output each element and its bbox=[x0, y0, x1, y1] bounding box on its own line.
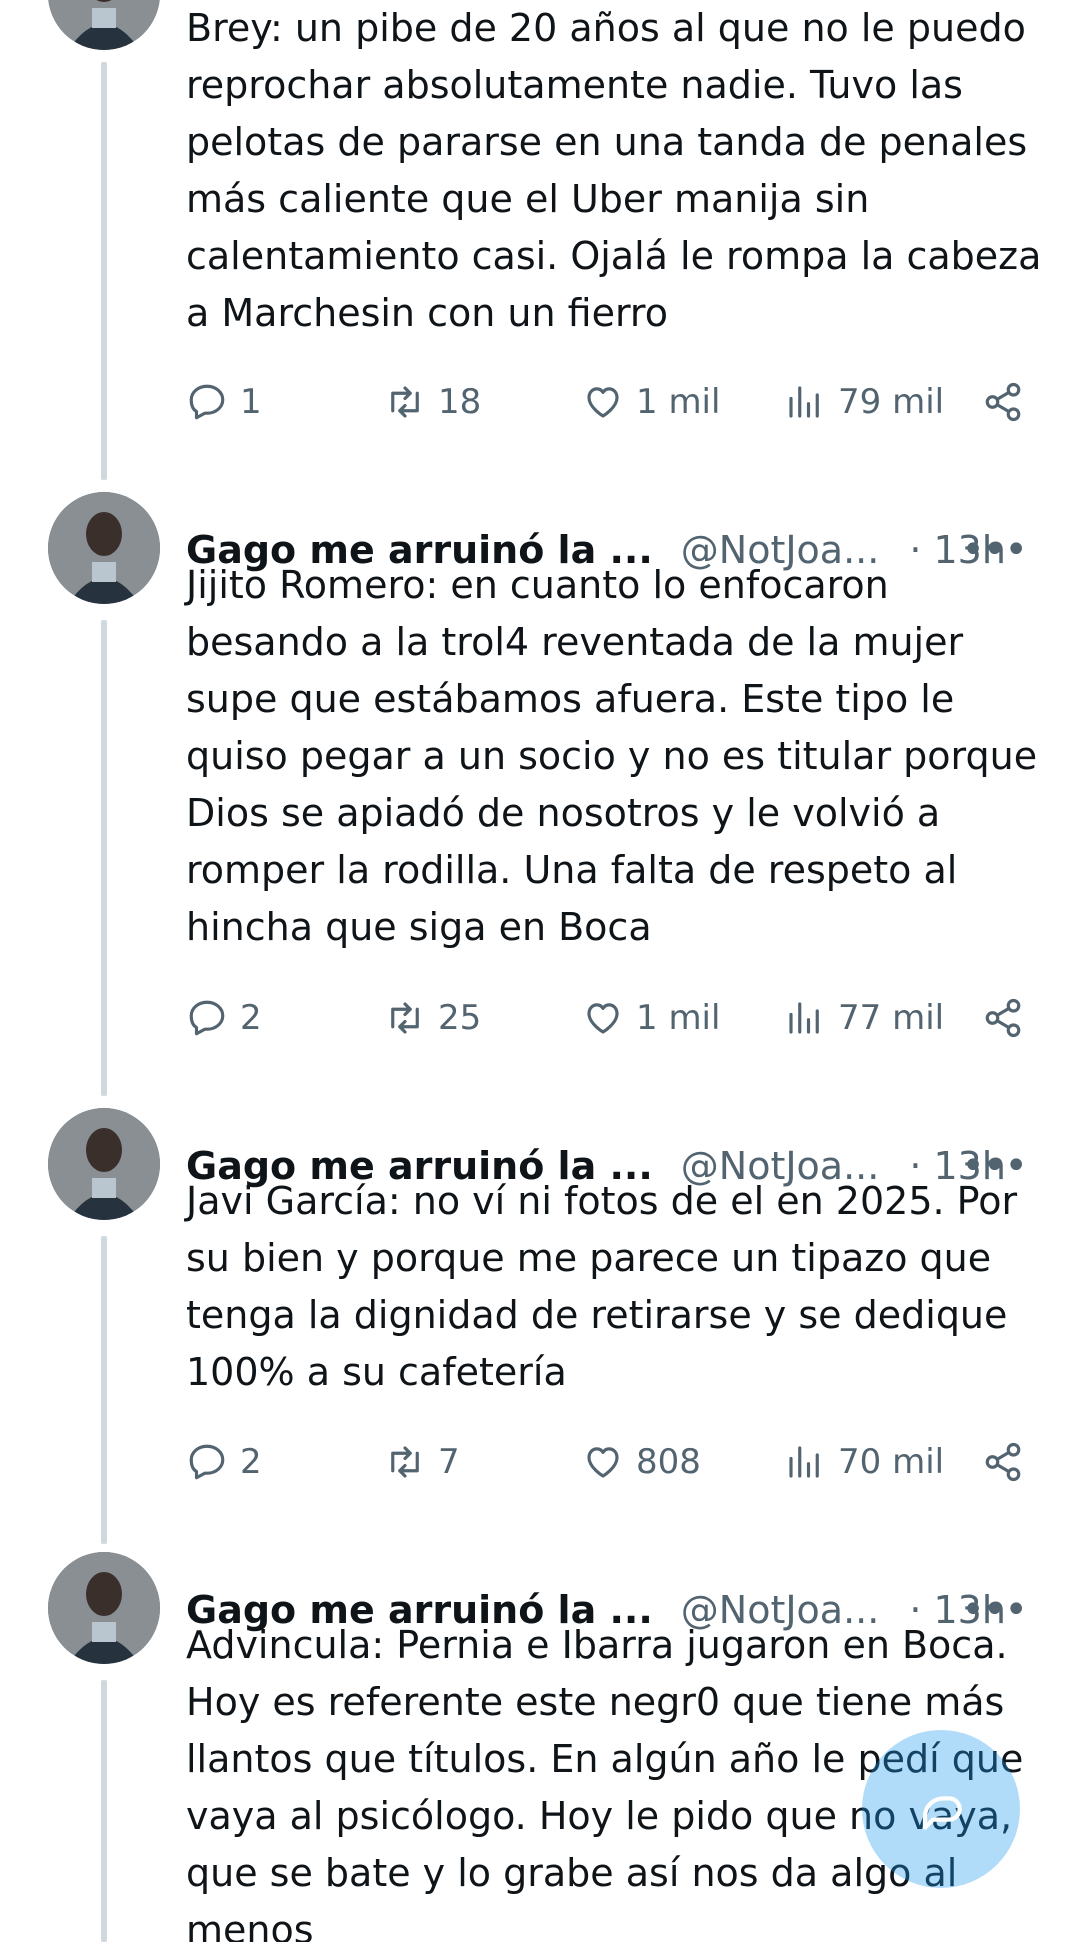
avatar[interactable] bbox=[48, 492, 160, 604]
like-button[interactable]: 1 mil bbox=[582, 372, 720, 432]
tweet[interactable]: Gago me arruinó la ... @NotJoa... · 13h … bbox=[0, 1108, 1080, 1544]
analytics-icon bbox=[789, 1002, 819, 1034]
view-count: 70 mil bbox=[838, 1442, 945, 1482]
avatar[interactable] bbox=[48, 1552, 160, 1664]
thread-connector bbox=[101, 1236, 107, 1544]
retweet-button[interactable]: 18 bbox=[384, 372, 481, 432]
tweet[interactable]: Brey: un pibe de 20 años al que no le pu… bbox=[0, 0, 1080, 480]
views-button[interactable]: 77 mil bbox=[784, 988, 944, 1048]
reply-count: 2 bbox=[240, 1442, 262, 1482]
tweet-text: Javi García: no ví ni fotos de el en 202… bbox=[186, 1179, 1030, 1394]
like-count: 808 bbox=[636, 1442, 701, 1482]
avatar[interactable] bbox=[48, 0, 160, 50]
share-button[interactable] bbox=[982, 1432, 1024, 1492]
retweet-icon bbox=[391, 386, 419, 418]
tweet-actions: 2 25 1 mil 77 mil bbox=[186, 988, 1080, 1048]
heart-icon bbox=[587, 1003, 619, 1034]
tweet-thread: Brey: un pibe de 20 años al que no le pu… bbox=[0, 0, 1080, 1942]
share-button[interactable] bbox=[982, 988, 1024, 1048]
views-button[interactable]: 79 mil bbox=[784, 372, 944, 432]
reply-button[interactable]: 2 bbox=[186, 1432, 262, 1492]
reply-icon bbox=[189, 1444, 225, 1480]
like-count: 1 mil bbox=[636, 382, 721, 422]
tweet-text: Jijito Romero: en cuanto lo enfocaron be… bbox=[186, 563, 1050, 949]
compose-icon bbox=[922, 1796, 962, 1830]
retweet-count: 25 bbox=[438, 998, 482, 1038]
reply-icon bbox=[189, 384, 225, 420]
like-button[interactable]: 808 bbox=[582, 1432, 701, 1492]
thread-connector bbox=[101, 62, 107, 480]
tweet-actions: 2 7 808 70 mil bbox=[186, 1432, 1080, 1492]
tweet-text: Brey: un pibe de 20 años al que no le pu… bbox=[186, 6, 1054, 335]
reply-icon bbox=[189, 1000, 225, 1036]
tweet-actions: 1 18 1 mil 79 mil bbox=[186, 372, 1080, 432]
retweet-button[interactable]: 25 bbox=[384, 988, 481, 1048]
reply-count: 2 bbox=[240, 998, 262, 1038]
share-icon bbox=[985, 382, 1021, 422]
retweet-count: 7 bbox=[438, 1442, 460, 1482]
like-count: 1 mil bbox=[636, 998, 721, 1038]
retweet-count: 18 bbox=[438, 382, 482, 422]
views-button[interactable]: 70 mil bbox=[784, 1432, 944, 1492]
heart-icon bbox=[587, 387, 619, 418]
reply-button[interactable]: 2 bbox=[186, 988, 262, 1048]
share-icon bbox=[985, 1442, 1021, 1482]
analytics-icon bbox=[789, 386, 819, 418]
share-icon bbox=[985, 998, 1021, 1038]
tweet[interactable]: Gago me arruinó la ... @NotJoa... · 13h … bbox=[0, 492, 1080, 1096]
reply-count: 1 bbox=[240, 382, 262, 422]
avatar[interactable] bbox=[48, 1108, 160, 1220]
view-count: 77 mil bbox=[838, 998, 945, 1038]
retweet-icon bbox=[391, 1002, 419, 1034]
like-button[interactable]: 1 mil bbox=[582, 988, 720, 1048]
compose-button[interactable] bbox=[862, 1730, 1020, 1888]
retweet-button[interactable]: 7 bbox=[384, 1432, 460, 1492]
heart-icon bbox=[587, 1447, 619, 1478]
reply-button[interactable]: 1 bbox=[186, 372, 262, 432]
share-button[interactable] bbox=[982, 372, 1024, 432]
thread-connector bbox=[101, 1680, 107, 1942]
retweet-icon bbox=[391, 1446, 419, 1478]
analytics-icon bbox=[789, 1446, 819, 1478]
thread-connector bbox=[101, 620, 107, 1096]
view-count: 79 mil bbox=[838, 382, 945, 422]
